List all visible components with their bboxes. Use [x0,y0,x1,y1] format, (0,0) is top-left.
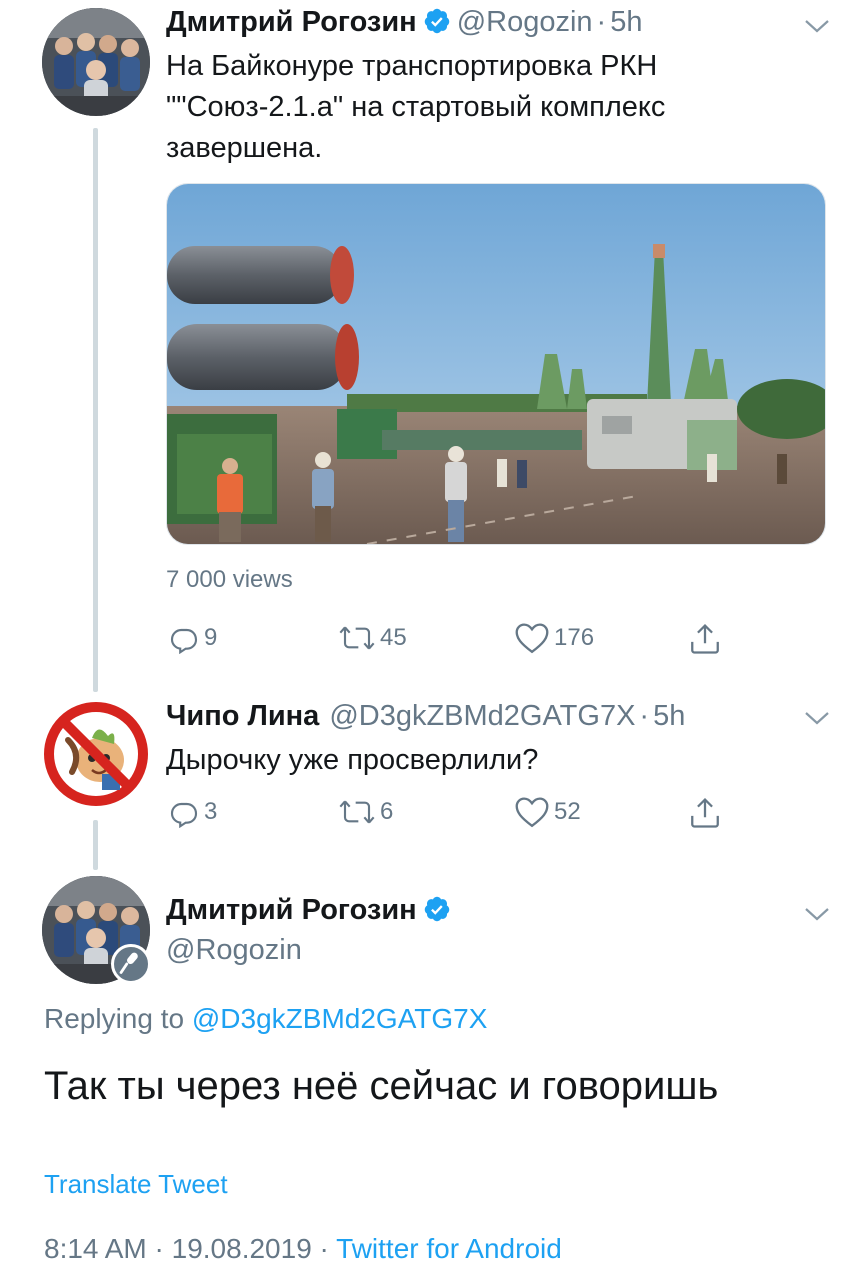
reply-button[interactable]: 3 [168,796,217,828]
author-handle[interactable]: @Rogozin [166,934,302,966]
profile-photo [42,8,150,116]
thread-line-top [93,128,98,692]
tweet-text-line: На Байконуре транспортировка РКН [166,50,658,82]
retweet-count: 6 [380,798,394,825]
tweet-text-line: завершена. [166,132,323,164]
separator-dot: · [596,6,607,38]
tweet-meta: 8:14 AM · 19.08.2019 · Twitter for Andro… [44,1233,562,1265]
thread-line-middle [93,820,98,870]
chevron-down-icon[interactable] [804,710,830,726]
retweet-button[interactable]: 6 [338,796,393,828]
reply-icon [170,802,198,828]
tweet-time: 8:14 AM [44,1233,147,1264]
like-button[interactable]: 52 [514,796,581,828]
share-button[interactable] [688,622,722,656]
like-count: 176 [554,624,595,651]
retweet-icon [339,626,375,650]
tweet-header: Дмитрий Рогозин @Rogozin · 5h [166,6,642,43]
share-icon [691,797,719,828]
tweet-header: Чипо Лина @D3gkZBMd2GATG7X · 5h [166,700,685,733]
reply-button[interactable]: 9 [168,622,217,654]
avatar[interactable] [42,8,150,116]
mention-link[interactable]: @D3gkZBMd2GATG7X [192,1003,488,1034]
heart-icon [515,623,549,654]
heart-icon [515,797,549,828]
reply-count: 9 [204,624,218,651]
like-button[interactable]: 176 [514,622,594,654]
verified-icon [423,895,451,931]
author-name-row: Дмитрий Рогозин [166,894,457,931]
author-name[interactable]: Чипо Лина [166,700,319,732]
share-button[interactable] [688,796,722,830]
tweet-source-link[interactable]: Twitter for Android [336,1233,562,1264]
tweet-text: Дырочку уже просверлили? [166,744,539,776]
replying-to-label: Replying to [44,1003,185,1034]
timestamp[interactable]: 5h [610,6,642,38]
microphone-icon [119,952,138,974]
chevron-down-icon[interactable] [804,906,830,922]
avatar[interactable] [42,700,150,808]
separator-dot: · [154,1233,164,1264]
like-count: 52 [554,798,581,825]
rocket-transport-photo [167,184,825,544]
tweet-text: Так ты через неё сейчас и говоришь [44,1064,719,1108]
author-handle[interactable]: @Rogozin [457,6,593,38]
prohibited-chipollino-avatar [44,702,148,806]
reply-count: 3 [204,798,218,825]
chevron-down-icon[interactable] [804,18,830,34]
retweet-count: 45 [380,624,407,651]
microphone-badge [111,944,151,984]
author-name[interactable]: Дмитрий Рогозин [166,6,417,38]
tweet-date: 19.08.2019 [171,1233,312,1264]
author-name[interactable]: Дмитрий Рогозин [166,894,417,926]
author-handle-row: @Rogozin [166,934,302,967]
separator-dot: · [639,700,650,732]
retweet-icon [339,800,375,824]
media-video[interactable] [166,183,826,545]
share-icon [691,623,719,654]
timestamp[interactable]: 5h [653,700,685,732]
translate-tweet-link[interactable]: Translate Tweet [44,1169,228,1200]
view-count: 7 000 views [166,566,293,593]
author-handle[interactable]: @D3gkZBMd2GATG7X [329,700,635,732]
tweet-text: На Байконуре транспортировка РКН ""Союз-… [166,46,806,169]
tweet-text-line: ""Союз-2.1.а" на стартовый комплекс [166,91,666,123]
verified-icon [423,7,451,43]
retweet-button[interactable]: 45 [338,622,407,654]
separator-dot: · [319,1233,329,1264]
replying-to: Replying to @D3gkZBMd2GATG7X [44,1003,487,1035]
reply-icon [170,628,198,654]
